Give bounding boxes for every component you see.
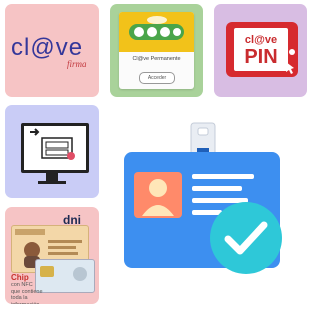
permanente-card: Cl@ve Permanente Acceder	[119, 12, 194, 89]
clave-subtitle: firma	[67, 59, 87, 69]
permanente-banner	[119, 12, 194, 52]
monitor-base	[38, 181, 66, 184]
id-card-with-checkmark-icon	[120, 118, 307, 304]
clave-firma-tile[interactable]: cl@ve firma	[5, 4, 99, 97]
permanente-title: Cl@ve Permanente	[132, 56, 181, 62]
clave-logo: cl@ve	[11, 34, 84, 61]
computer-monitor-icon	[21, 123, 89, 173]
phone-icon: cl@ve PIN	[226, 22, 298, 77]
password-dots-icon	[129, 16, 184, 40]
dni-description: con NFC que contiene toda la información	[11, 282, 43, 304]
acceder-button[interactable]: Acceder	[139, 72, 175, 84]
clave-pin-tile[interactable]: cl@ve PIN	[214, 4, 307, 97]
clave-permanente-tile[interactable]: Cl@ve Permanente Acceder	[110, 4, 203, 97]
desktop-tile[interactable]	[5, 105, 99, 198]
screen-window-icon	[30, 128, 75, 160]
dni-tile[interactable]: dni Chip con NFC que contiene toda la in…	[5, 207, 99, 304]
monitor-stand	[46, 173, 58, 181]
dni-chip-title: Chip	[11, 273, 29, 282]
cursor-icon	[286, 49, 295, 74]
